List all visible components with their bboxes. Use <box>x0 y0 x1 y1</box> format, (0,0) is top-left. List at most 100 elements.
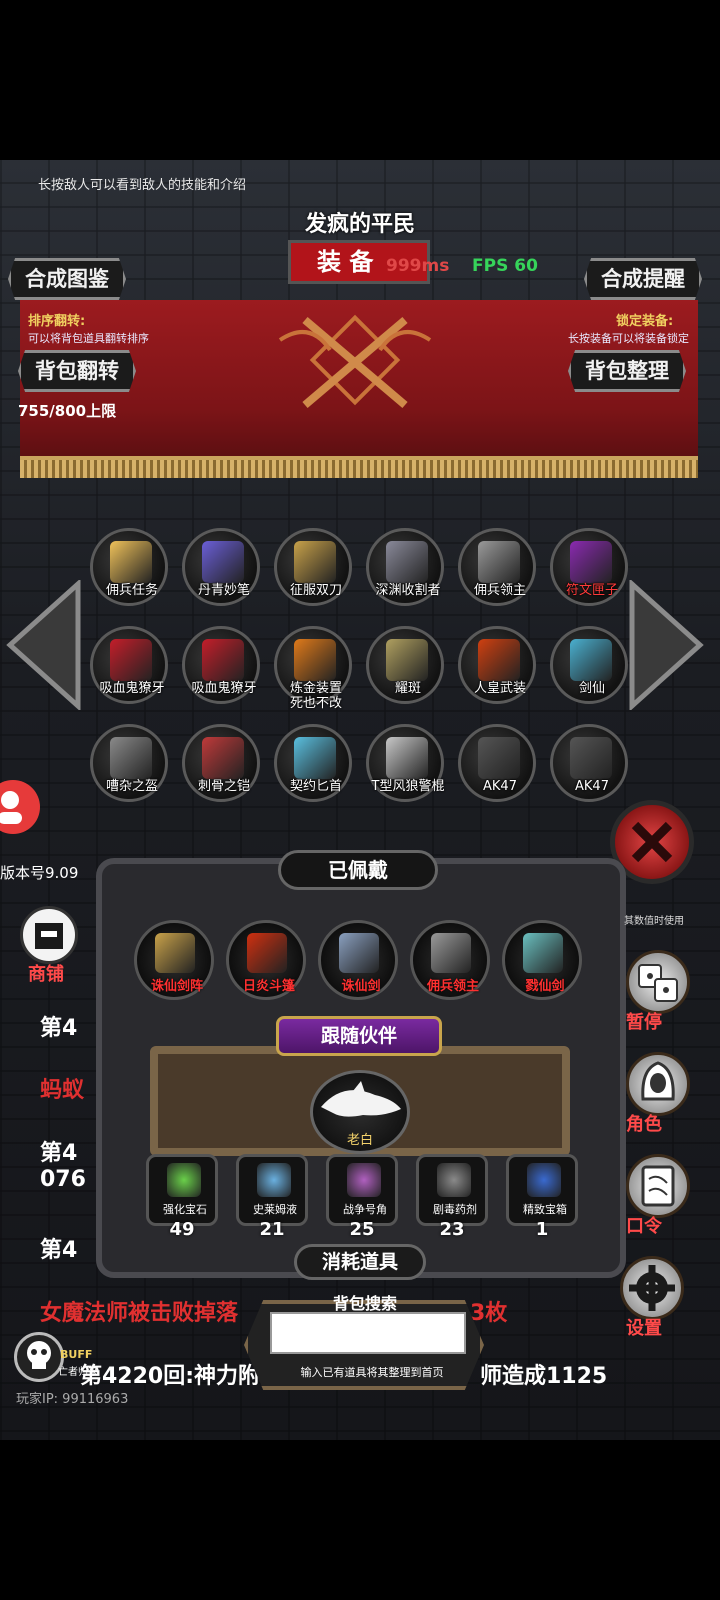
pet-name: 老白 <box>346 1133 373 1148</box>
fps-readout: FPS 60 <box>472 256 538 276</box>
sort-flip-label: 排序翻转: <box>28 314 86 329</box>
consumable-item[interactable]: 强化宝石 49 <box>146 1154 218 1240</box>
shop-label: 商铺 <box>28 964 64 985</box>
consumable-item[interactable]: 史莱姆液 21 <box>236 1154 308 1240</box>
equipped-label: 戮仙剑 <box>525 979 565 994</box>
shop-button[interactable] <box>20 906 78 964</box>
search-title: 背包搜索 <box>332 1294 397 1313</box>
bag-item[interactable]: 吸血鬼獠牙 <box>90 626 168 704</box>
bag-item[interactable]: 嘈杂之盔 <box>90 724 168 802</box>
consumable-item[interactable]: 精致宝箱 1 <box>506 1154 578 1240</box>
bag-search-input[interactable] <box>270 1312 466 1354</box>
bag-item[interactable]: T型风狼警棍 <box>366 724 444 802</box>
compose-book-button[interactable]: 合成图鉴 <box>8 258 126 300</box>
crossed-swords-emblem <box>278 314 432 409</box>
role-button[interactable] <box>626 1052 690 1116</box>
prev-page-arrow[interactable] <box>6 580 82 710</box>
bag-item[interactable]: 佣兵任务 <box>90 528 168 606</box>
bag-item[interactable]: 佣兵领主 <box>458 528 536 606</box>
item-label: 丹青妙笔 <box>197 583 250 598</box>
player-ip: 玩家IP: 99116963 <box>16 1392 129 1407</box>
buff-sub: 亡者归来 <box>58 1367 98 1378</box>
consumable-icon <box>347 1163 381 1197</box>
equipped-item[interactable]: 佣兵领主 <box>410 920 490 1000</box>
item-label: 佣兵领主 <box>473 583 526 598</box>
hint-text: 长按敌人可以看到敌人的技能和介绍 <box>38 178 247 193</box>
bag-sort-button[interactable]: 背包整理 <box>568 350 686 392</box>
item-label: 吸血鬼獠牙 <box>191 681 257 696</box>
equipped-item[interactable]: 戮仙剑 <box>502 920 582 1000</box>
equipped-label: 诛仙剑阵 <box>150 979 203 994</box>
version-text: 版本号9.09 <box>0 864 79 882</box>
shop-icon <box>35 923 63 949</box>
bag-item[interactable]: 符文匣子 <box>550 528 628 606</box>
gear-icon <box>629 1265 675 1311</box>
lock-equip-note: 长按装备可以将装备锁定 <box>568 332 689 345</box>
consumable-count: 1 <box>535 1219 549 1240</box>
item-label: 符文匣子 <box>565 583 618 598</box>
bag-item[interactable]: 剑仙 <box>550 626 628 704</box>
item-icon <box>202 737 244 779</box>
equipped-label: 日炎斗篷 <box>242 979 295 994</box>
equipped-label: 诛仙剑 <box>341 979 381 994</box>
item-label: AK47 <box>575 779 609 794</box>
bag-flip-button[interactable]: 背包翻转 <box>18 350 136 392</box>
bag-item[interactable]: 深渊收割者 <box>366 528 444 606</box>
code-button[interactable] <box>626 1154 690 1218</box>
equipped-icon <box>339 933 379 973</box>
equipped-icon <box>523 933 563 973</box>
equipped-icon <box>431 933 471 973</box>
item-icon <box>570 541 612 583</box>
consumable-count: 23 <box>439 1219 465 1240</box>
dolphin-icon <box>321 1081 401 1117</box>
item-icon <box>386 639 428 681</box>
bag-item[interactable]: 刺骨之铠 <box>182 724 260 802</box>
log-line-2: 蚂蚁 <box>40 1078 85 1103</box>
item-icon <box>386 541 428 583</box>
item-label: AK47 <box>483 779 517 794</box>
item-label: 吸血鬼獠牙 <box>99 681 165 696</box>
bag-item[interactable]: 契约匕首 <box>274 724 352 802</box>
consumable-item[interactable]: 战争号角 25 <box>326 1154 398 1240</box>
item-icon <box>570 639 612 681</box>
equipped-icon <box>155 933 195 973</box>
pause-button[interactable] <box>626 950 690 1014</box>
player-avatar[interactable] <box>0 780 40 834</box>
item-icon <box>386 737 428 779</box>
bag-item[interactable]: 炼金装置 死也不改 <box>274 626 352 711</box>
bag-item[interactable]: 征服双刀 <box>274 528 352 606</box>
item-label: 深渊收割者 <box>375 583 441 598</box>
bag-item[interactable]: 耀斑 <box>366 626 444 704</box>
log-line-5: 女魔法师被击败掉落 <box>40 1301 239 1326</box>
equipped-item[interactable]: 诛仙剑 <box>318 920 398 1000</box>
consumable-label: 精致宝箱 <box>523 1203 567 1216</box>
buff-badge[interactable] <box>14 1332 64 1382</box>
enemy-name: 发疯的平民 <box>304 212 415 237</box>
bag-item[interactable]: AK47 <box>550 724 628 802</box>
search-hint: 输入已有道具将其整理到首页 <box>300 1366 444 1379</box>
consumable-icon <box>167 1163 201 1197</box>
settings-button[interactable] <box>620 1256 684 1320</box>
banner-fringe <box>20 460 698 478</box>
log-line-3b: 076 <box>40 1167 86 1192</box>
consumable-icon <box>437 1163 471 1197</box>
equipped-item[interactable]: 诛仙剑阵 <box>134 920 214 1000</box>
bag-item[interactable]: 人皇武装 <box>458 626 536 704</box>
bag-item[interactable]: 吸血鬼獠牙 <box>182 626 260 704</box>
consumable-label: 史莱姆液 <box>253 1203 297 1216</box>
capacity-text: 755/800上限 <box>18 402 117 420</box>
bag-item[interactable]: 丹青妙笔 <box>182 528 260 606</box>
consumable-item[interactable]: 剧毒药剂 23 <box>416 1154 488 1240</box>
bag-item[interactable]: AK47 <box>458 724 536 802</box>
consumable-count: 49 <box>169 1219 195 1240</box>
item-label: 契约匕首 <box>289 779 342 794</box>
skull-icon <box>27 1341 51 1369</box>
log-line-6b: 师造成1125 <box>480 1364 608 1389</box>
pet-slot[interactable]: 老白 <box>310 1070 410 1154</box>
equipped-item[interactable]: 日炎斗篷 <box>226 920 306 1000</box>
dice-icon <box>638 964 678 1002</box>
item-icon <box>570 737 612 779</box>
compose-remind-button[interactable]: 合成提醒 <box>584 258 702 300</box>
pause-label: 暂停 <box>626 1012 662 1033</box>
item-icon <box>294 541 336 583</box>
